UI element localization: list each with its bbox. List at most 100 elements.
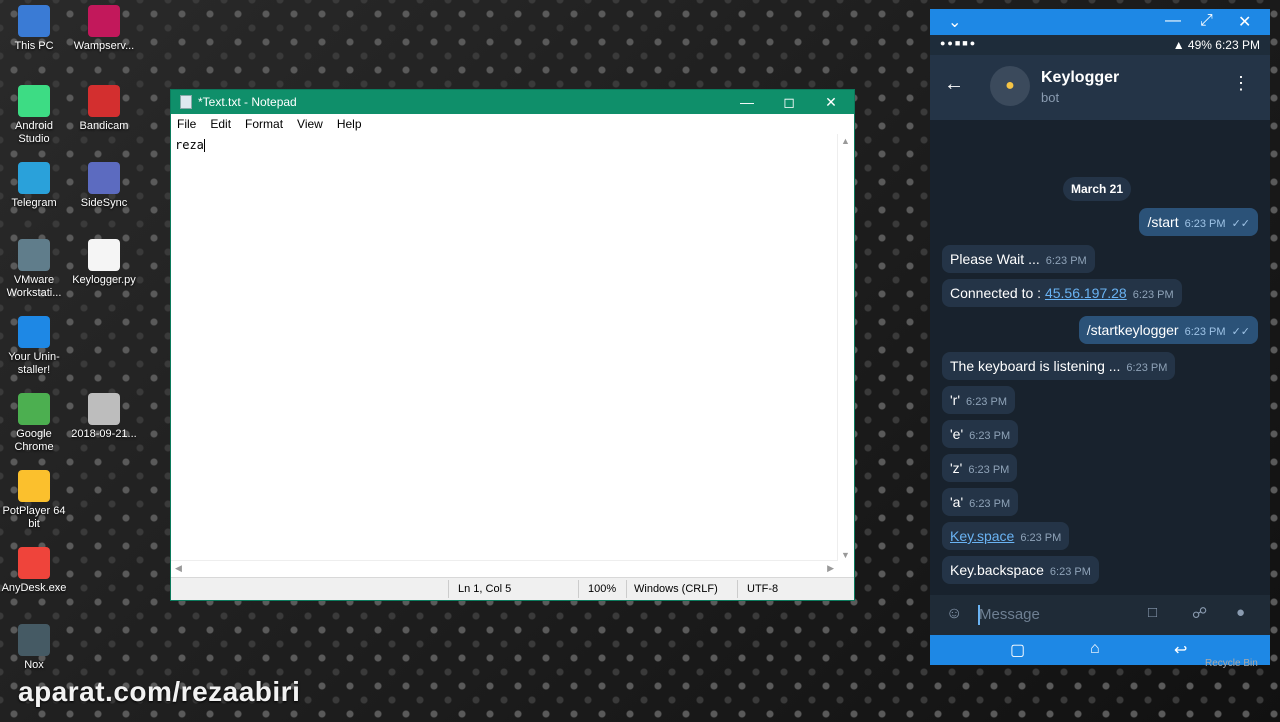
vmware-icon [18, 239, 50, 271]
emoji-icon[interactable]: ☺ [946, 605, 962, 623]
message-link[interactable]: 45.56.197.28 [1045, 285, 1127, 301]
message-time: 6:23 PM [1045, 255, 1087, 267]
message-bubble[interactable]: 'a' 6:23 PM [942, 488, 1019, 516]
close-button[interactable]: ✕ [1238, 12, 1251, 32]
desktop-icon-label: Nox [24, 659, 44, 671]
message-bubble[interactable]: 'e' 6:23 PM [942, 420, 1019, 448]
desktop-icon-label: Keylogger.py [72, 274, 136, 286]
bandicam-icon [88, 85, 120, 117]
notepad-icon [180, 95, 192, 109]
home-icon[interactable]: ⌂ [1090, 640, 1100, 658]
fullscreen-icon[interactable]: ⤢ [1200, 12, 1213, 30]
message-text: Connected to : [950, 285, 1045, 301]
python-logo-icon: ● [1005, 77, 1015, 94]
attach-icon[interactable]: ☍ [1192, 604, 1207, 622]
message-bubble[interactable]: /start 6:23 PM ✓✓ [1139, 208, 1258, 236]
close-button[interactable]: ✕ [810, 90, 852, 114]
message-text: 'r' [950, 392, 961, 408]
message-text: 'a' [950, 494, 964, 510]
recent-apps-icon[interactable]: ▢ [1010, 640, 1025, 660]
scroll-right-icon[interactable]: ▶ [827, 563, 834, 574]
bot-command-icon[interactable]: □ [1148, 604, 1157, 621]
scroll-up-icon[interactable]: ▲ [841, 136, 850, 146]
notepad-text-area[interactable]: reza [175, 138, 205, 152]
message-bubble[interactable]: The keyboard is listening ... 6:23 PM [942, 352, 1176, 380]
menu-edit[interactable]: Edit [210, 117, 231, 131]
message-text: 'z' [950, 460, 963, 476]
message-text: The keyboard is listening ... [950, 358, 1121, 374]
bot-avatar[interactable]: ● [990, 66, 1030, 106]
desktop-icon[interactable]: AnyDesk.exe [1, 547, 67, 595]
desktop-icon[interactable]: Bandicam [71, 85, 137, 133]
desktop-icon[interactable]: Telegram [1, 162, 67, 210]
desktop-icon[interactable]: This PC [1, 5, 67, 53]
read-checkmark-icon: ✓✓ [1231, 218, 1250, 230]
message-bubble[interactable]: 'r' 6:23 PM [942, 386, 1015, 414]
chat-title: Keylogger [1041, 69, 1120, 86]
message-time: 6:23 PM [1049, 566, 1091, 578]
desktop-icon[interactable]: Keylogger.py [71, 239, 137, 287]
desktop-icon-label: Your Unin-staller! [8, 351, 60, 376]
message-bubble[interactable]: Key.backspace 6:23 PM [942, 556, 1099, 584]
menu-help[interactable]: Help [337, 117, 362, 131]
notification-icons: ●●■■● [940, 38, 978, 48]
notepad-menubar: File Edit Format View Help [171, 114, 854, 134]
desktop-icon[interactable]: 2018-09-21... [71, 393, 137, 441]
phone-mirror-window: ⌄ — ⤢ ✕ ●●■■● ▲ 49% 6:23 PM ← ● Keylogge… [930, 9, 1270, 665]
scroll-down-icon[interactable]: ▼ [841, 550, 850, 560]
desktop-icon[interactable]: VMware Workstati... [1, 239, 67, 300]
horizontal-scrollbar[interactable]: ◀ ▶ [171, 560, 838, 577]
wamp-icon [88, 5, 120, 37]
maximize-button[interactable]: ◻ [768, 90, 810, 114]
chat-header: ← ● Keylogger bot ⋮ [930, 55, 1270, 120]
notepad-titlebar[interactable]: *Text.txt - Notepad — ◻ ✕ [171, 90, 854, 114]
desktop-icon[interactable]: PotPlayer 64 bit [1, 470, 67, 531]
collapse-icon[interactable]: ⌄ [948, 12, 961, 32]
back-icon[interactable]: ↩ [1174, 640, 1187, 660]
notepad-statusbar: Ln 1, Col 5 100% Windows (CRLF) UTF-8 [171, 577, 854, 600]
minimize-button[interactable]: — [726, 90, 768, 114]
text-caret [203, 139, 205, 152]
message-link[interactable]: Key.space [950, 528, 1014, 544]
recycle-bin-label[interactable]: Recycle Bin [1205, 658, 1258, 669]
desktop-icon[interactable]: Wampserv... [71, 5, 137, 53]
date-separator: March 21 [1063, 177, 1132, 201]
message-time: 6:23 PM [969, 430, 1011, 442]
menu-view[interactable]: View [297, 117, 323, 131]
more-menu-icon[interactable]: ⋮ [1232, 73, 1250, 94]
message-bubble[interactable]: /startkeylogger 6:23 PM ✓✓ [1078, 316, 1258, 344]
desktop-icon[interactable]: Google Chrome [1, 393, 67, 454]
message-bubble[interactable]: 'z' 6:23 PM [942, 454, 1018, 482]
minimize-button[interactable]: — [1165, 12, 1181, 30]
battery-level: 49% [1187, 38, 1212, 52]
menu-file[interactable]: File [177, 117, 196, 131]
message-text: Please Wait ... [950, 251, 1040, 267]
message-time: 6:23 PM [1020, 532, 1062, 544]
android-icon [18, 85, 50, 117]
message-input[interactable]: Message [979, 606, 1040, 623]
message-bubble[interactable]: Please Wait ... 6:23 PM [942, 245, 1095, 273]
desktop-icon[interactable]: Android Studio [1, 85, 67, 146]
message-list[interactable]: March 21 /start 6:23 PM ✓✓ Please Wait ... 6… [930, 120, 1270, 595]
microphone-icon[interactable]: ● [1236, 604, 1245, 621]
scroll-left-icon[interactable]: ◀ [175, 563, 182, 574]
desktop-icon-label: 2018-09-21... [71, 428, 137, 440]
message-text: /start [1147, 214, 1179, 230]
message-bubble[interactable]: Key.space 6:23 PM [942, 522, 1070, 550]
notepad-window: *Text.txt - Notepad — ◻ ✕ File Edit Form… [170, 89, 855, 601]
message-composer: ☺ Message □ ☍ ● [930, 595, 1270, 635]
vertical-scrollbar[interactable]: ▲ ▼ [837, 134, 854, 562]
desktop-icon[interactable]: Your Unin-staller! [1, 316, 67, 377]
back-arrow-icon[interactable]: ← [944, 73, 964, 96]
desktop-icon[interactable]: Nox [1, 624, 67, 672]
status-position: Ln 1, Col 5 [458, 583, 512, 595]
desktop-icon[interactable]: SideSync [71, 162, 137, 210]
message-time: 6:23 PM [969, 498, 1011, 510]
message-bubble[interactable]: Connected to : 45.56.197.28 6:23 PM [942, 279, 1182, 307]
sidesync-icon [88, 162, 120, 194]
menu-format[interactable]: Format [245, 117, 283, 131]
desktop-icon-label: VMware Workstati... [6, 274, 62, 299]
message-text: 'e' [950, 426, 964, 442]
message-time: 6:23 PM [1184, 326, 1226, 338]
anydesk-icon [18, 547, 50, 579]
